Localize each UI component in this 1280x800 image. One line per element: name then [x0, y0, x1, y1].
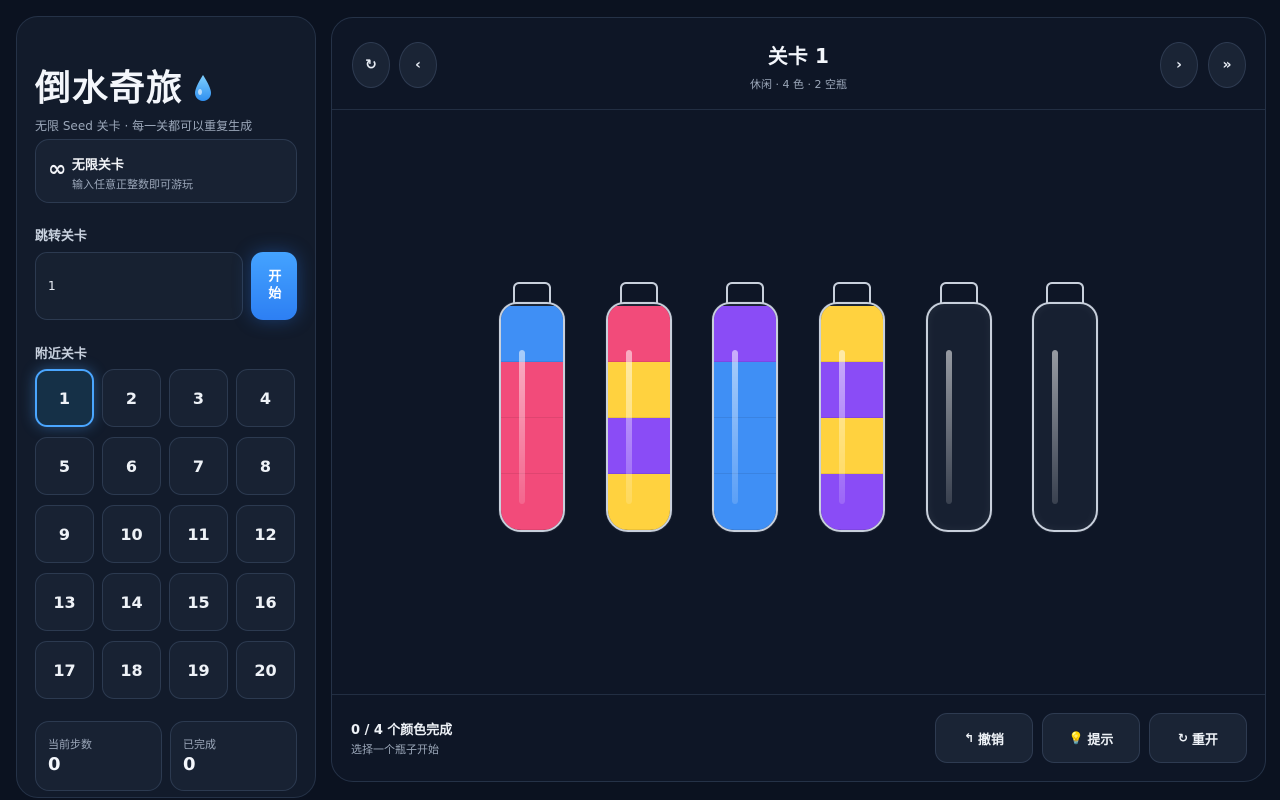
completed-value: 0 [183, 754, 196, 775]
start-button[interactable]: 开始 [251, 252, 297, 320]
bottle-body [926, 302, 992, 532]
liquid-layer-blue [501, 306, 563, 362]
hint-text: 选择一个瓶子开始 [351, 743, 439, 756]
restart-label: 重开 [1192, 732, 1219, 748]
bottle-1[interactable] [499, 282, 565, 532]
liquid-layer-purple [821, 474, 883, 530]
app-subtitle: 无限 Seed 关卡 · 每一关都可以重复生成 [35, 119, 253, 133]
water-drop-icon [195, 75, 212, 101]
steps-stat-card: 当前步数 0 [35, 721, 162, 791]
bottle-body [606, 302, 672, 532]
liquid-layer-pink [501, 418, 563, 474]
completed-stat-card: 已完成 0 [170, 721, 297, 791]
level-button-10[interactable]: 10 [102, 505, 161, 563]
infinite-desc: 输入任意正整数即可游玩 [72, 178, 193, 191]
liquid-layer-purple [714, 306, 776, 362]
level-button-16[interactable]: 16 [236, 573, 295, 631]
level-button-7[interactable]: 7 [169, 437, 228, 495]
level-button-1[interactable]: 1 [35, 369, 94, 427]
bottle-cap [940, 282, 978, 304]
liquid-layer-yellow [821, 418, 883, 474]
level-button-3[interactable]: 3 [169, 369, 228, 427]
bottle-cap [1046, 282, 1084, 304]
liquid-layer-blue [714, 418, 776, 474]
liquid-layer-pink [608, 306, 670, 362]
level-button-4[interactable]: 4 [236, 369, 295, 427]
bottle-shine [626, 350, 632, 504]
liquid-layer-yellow [608, 474, 670, 530]
app-title: 倒水奇旅 [35, 59, 213, 111]
bottle-4[interactable] [819, 282, 885, 532]
bottle-body [1032, 302, 1098, 532]
bottle-shine [732, 350, 738, 504]
level-title: 关卡 1 [768, 44, 829, 68]
bottle-cap [833, 282, 871, 304]
level-button-18[interactable]: 18 [102, 641, 161, 699]
infinite-title: 无限关卡 [72, 158, 125, 173]
level-number-input[interactable] [35, 252, 243, 320]
hint-button[interactable]: 💡 提示 [1042, 713, 1140, 763]
bottle-cap [620, 282, 658, 304]
level-button-13[interactable]: 13 [35, 573, 94, 631]
liquid-layer-yellow [821, 306, 883, 362]
liquid-layer-yellow [608, 362, 670, 418]
sidebar: 倒水奇旅 无限 Seed 关卡 · 每一关都可以重复生成 ∞ 无限关卡 输入任意… [16, 16, 316, 798]
bottle-body [499, 302, 565, 532]
game-header: ↻ ‹ 关卡 1 休闲 · 4 色 · 2 空瓶 › » [332, 18, 1265, 110]
level-button-15[interactable]: 15 [169, 573, 228, 631]
undo-label: 撤销 [978, 732, 1005, 748]
level-button-14[interactable]: 14 [102, 573, 161, 631]
level-meta: 休闲 · 4 色 · 2 空瓶 [750, 78, 847, 91]
next-level-icon[interactable]: › [1160, 42, 1198, 88]
bottle-5[interactable] [926, 282, 992, 532]
level-button-8[interactable]: 8 [236, 437, 295, 495]
bottle-body [712, 302, 778, 532]
bottle-cap [726, 282, 764, 304]
level-button-12[interactable]: 12 [236, 505, 295, 563]
bottle-3[interactable] [712, 282, 778, 532]
bottle-cap [513, 282, 551, 304]
jump-label: 跳转关卡 [35, 229, 88, 244]
bottle-body [819, 302, 885, 532]
level-button-2[interactable]: 2 [102, 369, 161, 427]
bottle-shine [946, 350, 952, 504]
hint-label: 提示 [1087, 732, 1114, 748]
liquid-layer-pink [501, 362, 563, 418]
bottle-shine [519, 350, 525, 504]
level-button-6[interactable]: 6 [102, 437, 161, 495]
restart-icon: ↻ [1177, 731, 1189, 745]
level-button-5[interactable]: 5 [35, 437, 94, 495]
lightbulb-icon: 💡 [1068, 731, 1084, 745]
bottle-shine [839, 350, 845, 504]
app-title-text: 倒水奇旅 [35, 68, 184, 109]
restart-button[interactable]: ↻ 重开 [1149, 713, 1247, 763]
liquid-layer-blue [714, 362, 776, 418]
steps-label: 当前步数 [48, 738, 92, 751]
skip-level-icon[interactable]: » [1208, 42, 1246, 88]
liquid-layer-pink [501, 474, 563, 530]
level-button-11[interactable]: 11 [169, 505, 228, 563]
steps-value: 0 [48, 754, 61, 775]
liquid-layer-purple [608, 418, 670, 474]
level-button-19[interactable]: 19 [169, 641, 228, 699]
bottle-board [332, 110, 1265, 694]
level-button-17[interactable]: 17 [35, 641, 94, 699]
liquid-layer-purple [821, 362, 883, 418]
completed-label: 已完成 [183, 738, 216, 751]
liquid-layer-blue [714, 474, 776, 530]
level-button-20[interactable]: 20 [236, 641, 295, 699]
bottle-6[interactable] [1032, 282, 1098, 532]
game-panel: ↻ ‹ 关卡 1 休闲 · 4 色 · 2 空瓶 › » 0 / 4 个颜色完成… [331, 17, 1266, 782]
nearby-label: 附近关卡 [35, 347, 88, 362]
undo-button[interactable]: ↰ 撤销 [935, 713, 1033, 763]
game-footer: 0 / 4 个颜色完成 选择一个瓶子开始 ↰ 撤销 💡 提示 ↻ 重开 [332, 694, 1265, 781]
level-button-9[interactable]: 9 [35, 505, 94, 563]
undo-icon: ↰ [963, 731, 975, 745]
progress-text: 0 / 4 个颜色完成 [351, 723, 453, 738]
infinity-icon: ∞ [48, 157, 67, 182]
bottle-2[interactable] [606, 282, 672, 532]
infinite-levels-card: ∞ 无限关卡 输入任意正整数即可游玩 [35, 139, 297, 203]
level-grid: 1 2 3 4 5 6 7 8 9 10 11 12 13 14 15 16 17 18 19 20 [35, 369, 297, 699]
bottle-shine [1052, 350, 1058, 504]
